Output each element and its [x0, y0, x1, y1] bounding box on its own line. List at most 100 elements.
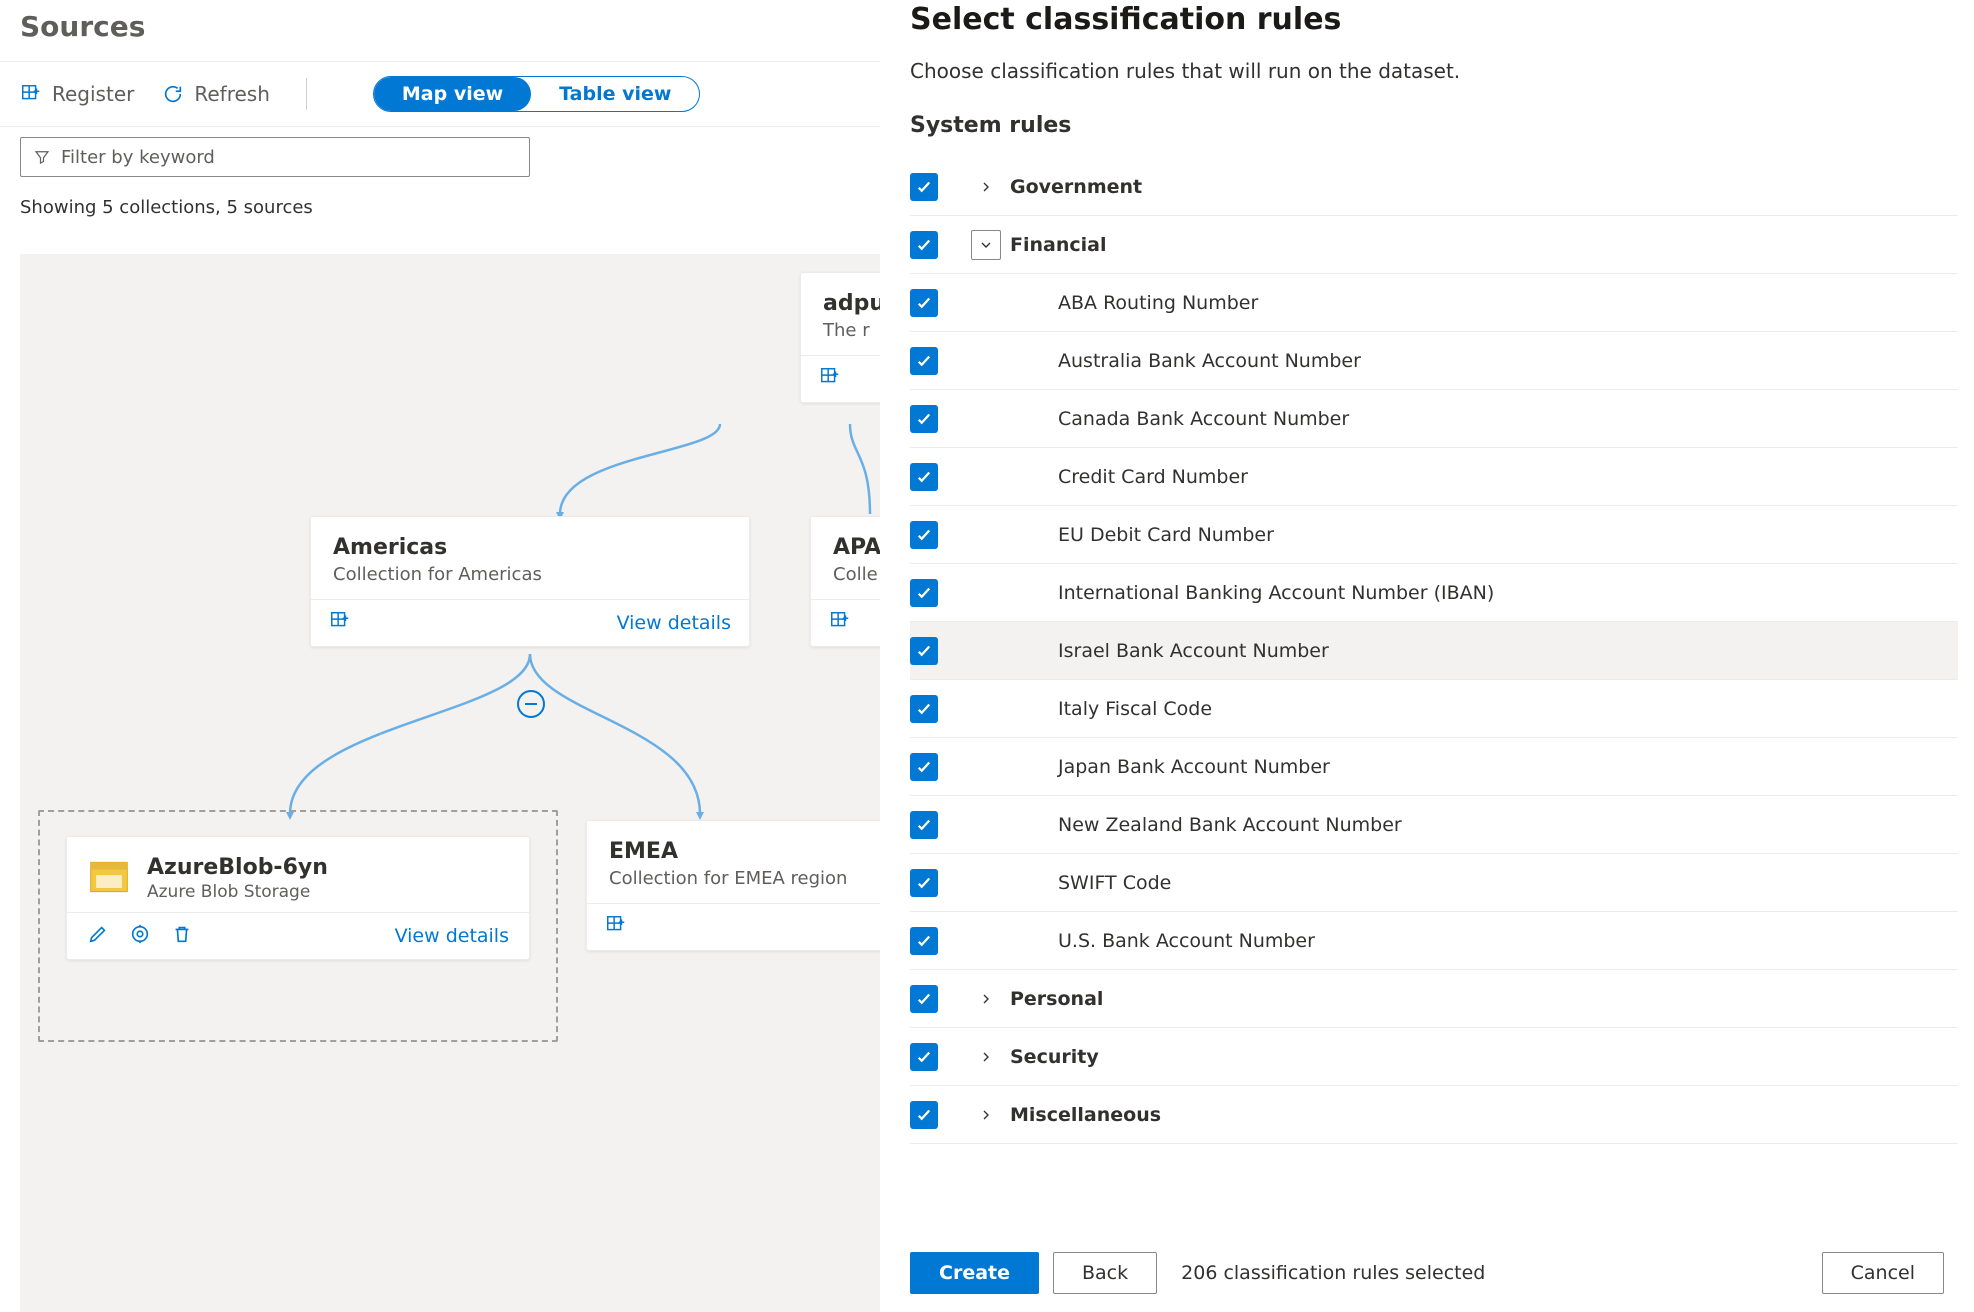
back-button[interactable]: Back — [1053, 1252, 1157, 1294]
rule-item[interactable]: ABA Routing Number — [910, 274, 1958, 332]
americas-card[interactable]: Americas Collection for Americas View de… — [310, 516, 750, 647]
emea-card[interactable]: EMEA Collection for EMEA region — [586, 820, 880, 951]
americas-view-details[interactable]: View details — [617, 612, 731, 634]
view-switch: Map view Table view — [373, 76, 701, 112]
filter-placeholder: Filter by keyword — [61, 147, 215, 168]
apac-sub: Colle — [833, 564, 880, 585]
expand-personal-icon[interactable] — [971, 984, 1001, 1014]
rule-item[interactable]: New Zealand Bank Account Number — [910, 796, 1958, 854]
refresh-label: Refresh — [194, 82, 270, 106]
rule-item-label: EU Debit Card Number — [1058, 524, 1274, 546]
rule-item-4-checkbox[interactable] — [910, 521, 938, 549]
classification-panel: Select classification rules Choose class… — [880, 0, 1974, 1312]
funnel-icon — [33, 148, 51, 166]
rule-item-3-checkbox[interactable] — [910, 463, 938, 491]
rule-item[interactable]: Israel Bank Account Number — [910, 622, 1958, 680]
map-canvas[interactable]: adpu The r Americas Collection for Ameri… — [20, 254, 880, 1312]
rule-group-misc[interactable]: Miscellaneous — [910, 1086, 1958, 1144]
rule-item-6-checkbox[interactable] — [910, 637, 938, 665]
rule-item-label: Israel Bank Account Number — [1058, 640, 1329, 662]
rule-group-government[interactable]: Government — [910, 158, 1958, 216]
rule-item-11-checkbox[interactable] — [910, 927, 938, 955]
apac-card[interactable]: APA Colle — [810, 516, 880, 647]
americas-title: Americas — [333, 535, 727, 560]
rule-item-0-checkbox[interactable] — [910, 289, 938, 317]
rule-item-label: International Banking Account Number (IB… — [1058, 582, 1494, 604]
page-title: Sources — [0, 0, 880, 61]
azureblob-title: AzureBlob-6yn — [147, 855, 328, 880]
root-title: adpu — [823, 291, 880, 316]
americas-sub: Collection for Americas — [333, 564, 727, 585]
apac-title: APA — [833, 535, 880, 560]
rule-item[interactable]: Credit Card Number — [910, 448, 1958, 506]
rule-item-8-checkbox[interactable] — [910, 753, 938, 781]
rule-item[interactable]: Japan Bank Account Number — [910, 738, 1958, 796]
expand-government-icon[interactable] — [971, 172, 1001, 202]
rule-group-personal[interactable]: Personal — [910, 970, 1958, 1028]
map-view-toggle[interactable]: Map view — [374, 77, 531, 111]
cancel-button[interactable]: Cancel — [1822, 1252, 1944, 1294]
rule-item-7-checkbox[interactable] — [910, 695, 938, 723]
rule-item-1-checkbox[interactable] — [910, 347, 938, 375]
rule-item[interactable]: Canada Bank Account Number — [910, 390, 1958, 448]
rule-item-label: New Zealand Bank Account Number — [1058, 814, 1402, 836]
rule-item[interactable]: SWIFT Code — [910, 854, 1958, 912]
azureblob-card[interactable]: AzureBlob-6yn Azure Blob Storage View de… — [66, 836, 530, 960]
rule-item-label: Australia Bank Account Number — [1058, 350, 1361, 372]
collapse-toggle[interactable] — [517, 690, 545, 718]
rule-item-9-checkbox[interactable] — [910, 811, 938, 839]
grid-plus-icon[interactable] — [819, 366, 841, 392]
group-government-checkbox[interactable] — [910, 173, 938, 201]
rule-item[interactable]: Australia Bank Account Number — [910, 332, 1958, 390]
group-personal-checkbox[interactable] — [910, 985, 938, 1013]
panel-title: Select classification rules — [910, 0, 1944, 37]
rule-item-2-checkbox[interactable] — [910, 405, 938, 433]
group-financial-checkbox[interactable] — [910, 231, 938, 259]
toolbar-separator — [306, 78, 307, 110]
create-button[interactable]: Create — [910, 1252, 1039, 1294]
group-label: Miscellaneous — [1010, 1104, 1161, 1126]
rule-group-financial[interactable]: Financial — [910, 216, 1958, 274]
table-view-toggle[interactable]: Table view — [531, 77, 699, 111]
rule-item-label: Credit Card Number — [1058, 466, 1248, 488]
rule-item-label: U.S. Bank Account Number — [1058, 930, 1315, 952]
system-rules-heading: System rules — [910, 113, 1944, 138]
rule-item-label: Japan Bank Account Number — [1058, 756, 1330, 778]
showing-text: Showing 5 collections, 5 sources — [0, 183, 880, 228]
blob-storage-icon — [87, 855, 131, 899]
azureblob-sub: Azure Blob Storage — [147, 882, 328, 902]
group-misc-checkbox[interactable] — [910, 1101, 938, 1129]
filter-input[interactable]: Filter by keyword — [20, 137, 530, 177]
group-label: Personal — [1010, 988, 1103, 1010]
refresh-icon — [162, 83, 184, 105]
connectors — [20, 254, 880, 1312]
filter-row: Filter by keyword — [0, 127, 880, 183]
azureblob-view-details[interactable]: View details — [395, 925, 509, 947]
rule-group-security[interactable]: Security — [910, 1028, 1958, 1086]
grid-plus-icon[interactable] — [329, 610, 351, 636]
rule-item-5-checkbox[interactable] — [910, 579, 938, 607]
rule-item-label: ABA Routing Number — [1058, 292, 1258, 314]
grid-plus-icon[interactable] — [829, 610, 851, 636]
grid-plus-icon — [20, 83, 42, 105]
group-label: Government — [1010, 176, 1142, 198]
delete-icon[interactable] — [171, 923, 193, 949]
grid-plus-icon[interactable] — [605, 914, 627, 940]
expand-financial-icon[interactable] — [971, 230, 1001, 260]
expand-security-icon[interactable] — [971, 1042, 1001, 1072]
edit-icon[interactable] — [87, 923, 109, 949]
rule-item[interactable]: EU Debit Card Number — [910, 506, 1958, 564]
expand-misc-icon[interactable] — [971, 1100, 1001, 1130]
rule-item[interactable]: Italy Fiscal Code — [910, 680, 1958, 738]
group-security-checkbox[interactable] — [910, 1043, 938, 1071]
refresh-button[interactable]: Refresh — [162, 82, 270, 106]
scan-icon[interactable] — [129, 923, 151, 949]
rule-item-10-checkbox[interactable] — [910, 869, 938, 897]
group-label: Security — [1010, 1046, 1099, 1068]
register-button[interactable]: Register — [20, 82, 134, 106]
selected-count: 206 classification rules selected — [1181, 1262, 1485, 1284]
rule-item[interactable]: International Banking Account Number (IB… — [910, 564, 1958, 622]
rule-item[interactable]: U.S. Bank Account Number — [910, 912, 1958, 970]
root-collection-card[interactable]: adpu The r — [800, 272, 880, 403]
rule-item-label: Canada Bank Account Number — [1058, 408, 1349, 430]
